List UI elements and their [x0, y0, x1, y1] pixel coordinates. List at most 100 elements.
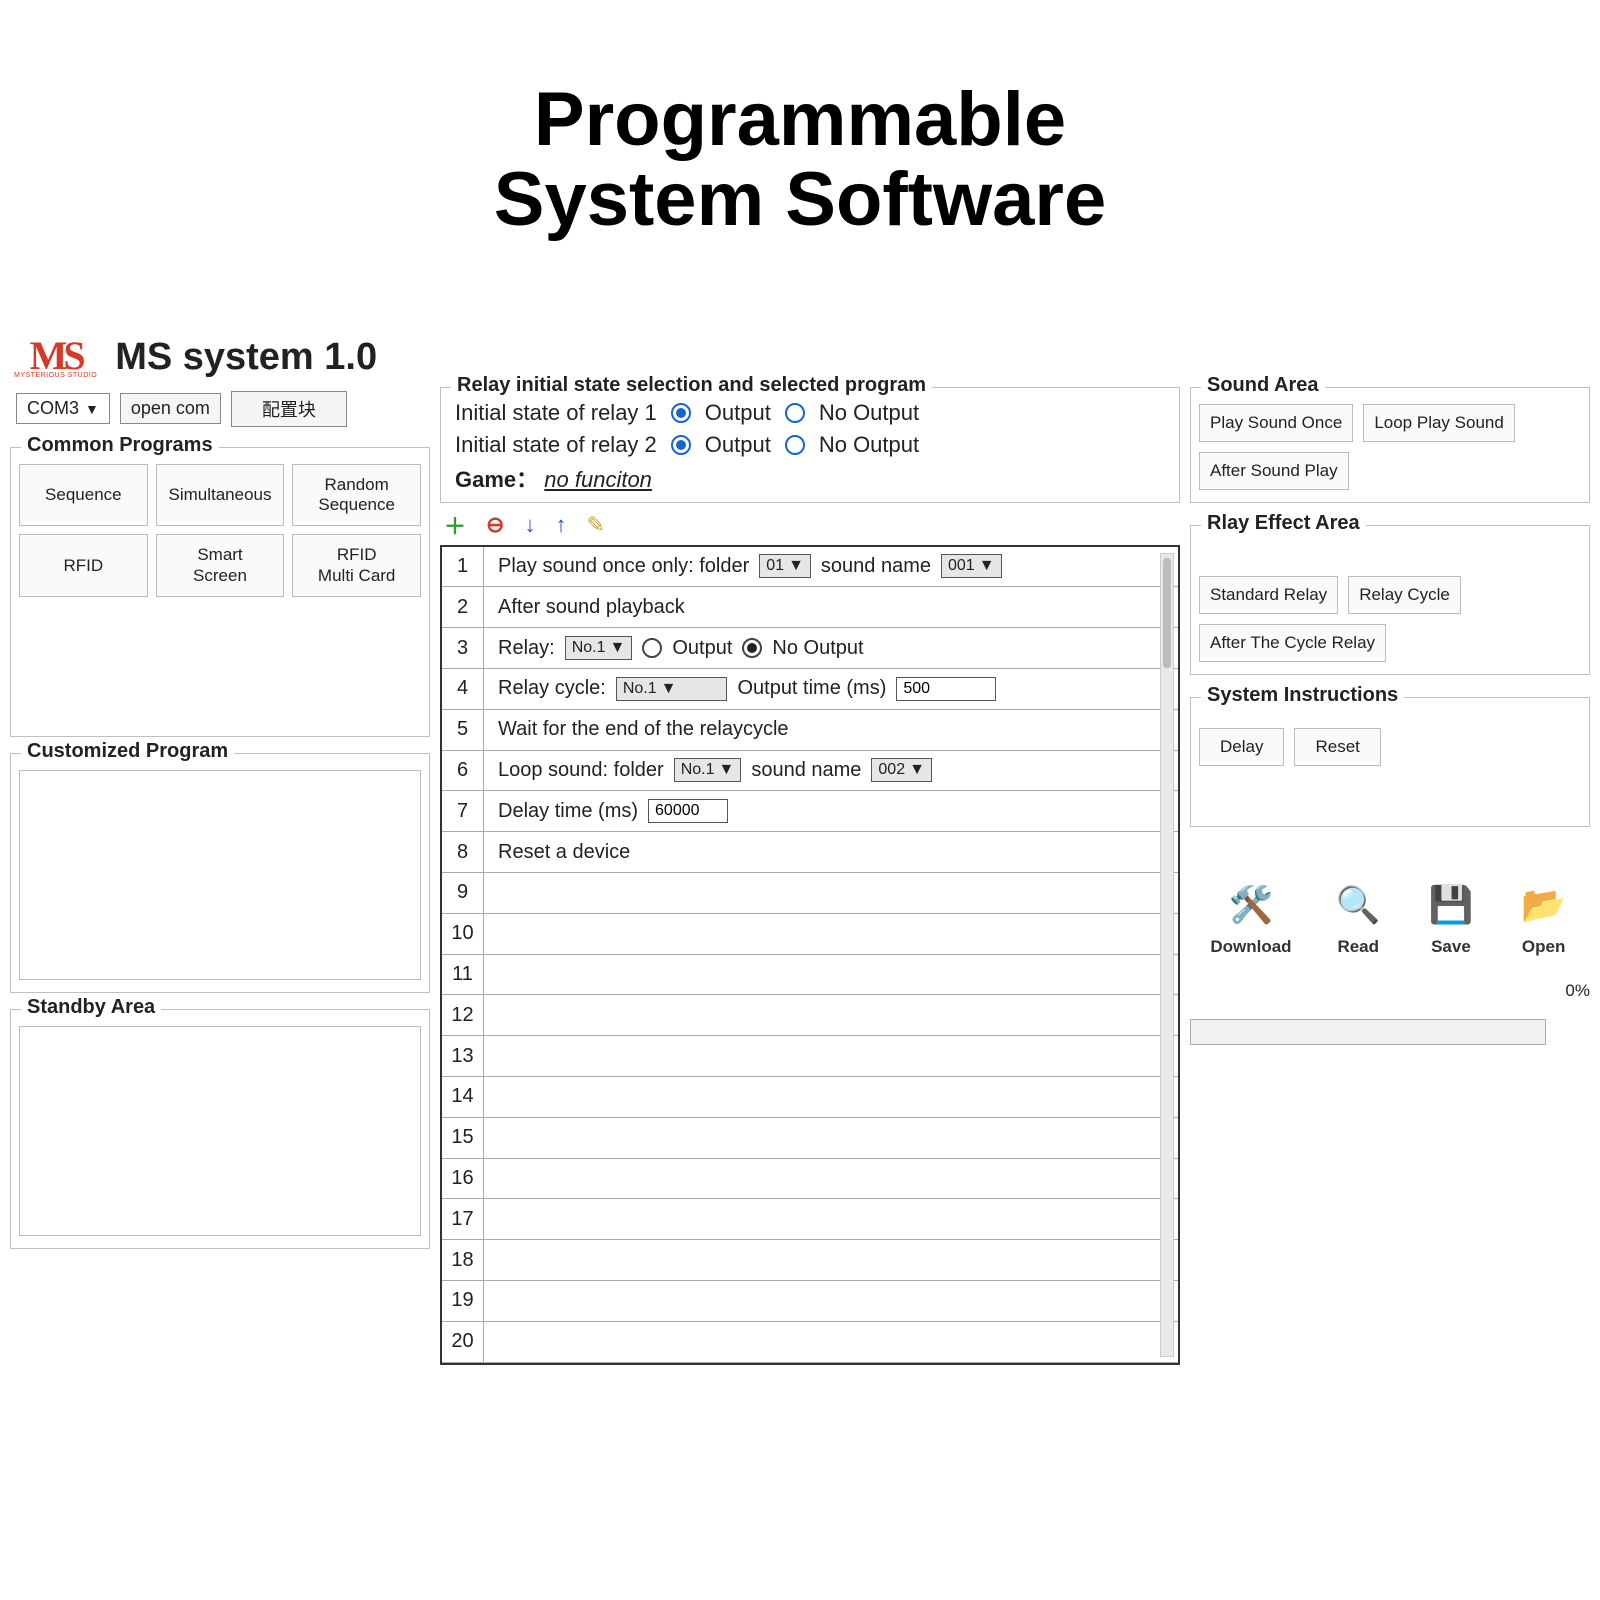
sound-name-select[interactable]: 001 ▼ — [941, 554, 1002, 578]
config-block-button[interactable]: 配置块 — [231, 391, 347, 427]
step-row[interactable] — [484, 1118, 1178, 1159]
relay-effect-panel: Rlay Effect Area Standard Relay Relay Cy… — [1190, 525, 1590, 675]
relay-cycle-button[interactable]: Relay Cycle — [1348, 576, 1461, 614]
rownum: 4 — [442, 669, 483, 710]
rownum: 12 — [442, 995, 483, 1036]
rownum: 1 — [442, 547, 483, 588]
play-sound-once-button[interactable]: Play Sound Once — [1199, 404, 1353, 442]
step-row[interactable]: After sound playback — [484, 587, 1178, 628]
logo-subtitle: MYSTERIOUS STUDIO — [14, 372, 97, 379]
program-rfid[interactable]: RFID — [19, 534, 148, 597]
step-row[interactable] — [484, 955, 1178, 996]
add-step-icon[interactable]: ＋ — [444, 509, 466, 541]
step-text: Wait for the end of the relaycycle — [498, 718, 789, 741]
rownum: 6 — [442, 751, 483, 792]
rownum: 18 — [442, 1240, 483, 1281]
download-action[interactable]: 🛠️ Download — [1210, 879, 1291, 957]
read-action[interactable]: 🔍 Read — [1332, 879, 1384, 957]
folder-open-icon: 📂 — [1518, 879, 1570, 931]
step-row[interactable] — [484, 873, 1178, 914]
relay1-output-label: Output — [705, 400, 771, 426]
step-row[interactable]: Delay time (ms) — [484, 791, 1178, 832]
logo: MS MYSTERIOUS STUDIO — [14, 336, 97, 379]
action-label: Open — [1522, 937, 1565, 957]
step-text: Loop sound: folder — [498, 759, 664, 782]
loop-folder-select[interactable]: No.1 ▼ — [674, 758, 742, 782]
row-numbers: 1 2 3 4 5 6 7 8 9 10 11 12 13 14 15 16 1 — [442, 547, 484, 1363]
relay1-output-radio[interactable] — [671, 403, 691, 423]
logo-icon: MS — [30, 336, 82, 376]
program-random-sequence[interactable]: Random Sequence — [292, 464, 421, 527]
step-row[interactable]: Play sound once only: folder 01 ▼ sound … — [484, 547, 1178, 588]
relay-header-panel: Relay initial state selection and select… — [440, 387, 1180, 503]
save-action[interactable]: 💾 Save — [1425, 879, 1477, 957]
step-text: sound name — [821, 555, 931, 578]
step-row[interactable] — [484, 1240, 1178, 1281]
step-row[interactable]: Loop sound: folder No.1 ▼ sound name 002… — [484, 751, 1178, 792]
common-programs-panel: Common Programs Sequence Simultaneous Ra… — [10, 447, 430, 737]
folder-select[interactable]: 01 ▼ — [759, 554, 811, 578]
open-com-button[interactable]: open com — [120, 393, 221, 424]
game-label: Game： — [455, 467, 538, 492]
step-text: Relay: — [498, 637, 555, 660]
customized-program-area[interactable] — [19, 770, 421, 980]
step-row[interactable]: Relay: No.1 ▼ Output No Output — [484, 628, 1178, 669]
relay2-output-radio[interactable] — [671, 435, 691, 455]
step-text: Output — [672, 637, 732, 660]
system-instructions-title: System Instructions — [1201, 684, 1404, 707]
relay1-no-output-radio[interactable] — [785, 403, 805, 423]
standard-relay-button[interactable]: Standard Relay — [1199, 576, 1338, 614]
step-row[interactable]: Relay cycle: No.1 ▼ Output time (ms) — [484, 669, 1178, 710]
step-row[interactable] — [484, 1036, 1178, 1077]
hero-line2: System Software — [0, 160, 1600, 240]
step-row[interactable] — [484, 1077, 1178, 1118]
customized-program-title: Customized Program — [21, 740, 234, 763]
reset-button[interactable]: Reset — [1294, 728, 1380, 766]
standby-area-title: Standby Area — [21, 996, 161, 1019]
step-row[interactable]: Wait for the end of the relaycycle — [484, 710, 1178, 751]
rownum: 7 — [442, 791, 483, 832]
action-label: Read — [1337, 937, 1379, 957]
step-row[interactable] — [484, 1159, 1178, 1200]
step-scrollbar[interactable] — [1160, 553, 1174, 1357]
relay-no-output-radio[interactable] — [742, 638, 762, 658]
program-simultaneous[interactable]: Simultaneous — [156, 464, 285, 527]
remove-step-icon[interactable]: ⊖ — [486, 512, 504, 538]
program-smart-screen[interactable]: Smart Screen — [156, 534, 285, 597]
hero-line1: Programmable — [0, 80, 1600, 160]
delay-time-input[interactable] — [648, 799, 728, 823]
step-text: Delay time (ms) — [498, 800, 638, 823]
relay-select[interactable]: No.1 ▼ — [565, 636, 633, 660]
rownum: 20 — [442, 1322, 483, 1363]
step-row[interactable] — [484, 995, 1178, 1036]
relay-output-radio[interactable] — [642, 638, 662, 658]
relay2-no-output-radio[interactable] — [785, 435, 805, 455]
standby-area-panel: Standby Area — [10, 1009, 430, 1249]
relay2-no-output-label: No Output — [819, 432, 919, 458]
after-cycle-relay-button[interactable]: After The Cycle Relay — [1199, 624, 1386, 662]
action-label: Save — [1431, 937, 1471, 957]
delay-button[interactable]: Delay — [1199, 728, 1284, 766]
move-up-icon[interactable]: ↑ — [555, 512, 566, 538]
relay-effect-title: Rlay Effect Area — [1201, 512, 1366, 535]
open-action[interactable]: 📂 Open — [1518, 879, 1570, 957]
move-down-icon[interactable]: ↓ — [524, 512, 535, 538]
step-row[interactable]: Reset a device — [484, 832, 1178, 873]
output-time-input[interactable] — [896, 677, 996, 701]
program-rfid-multi-card[interactable]: RFID Multi Card — [292, 534, 421, 597]
com-port-select[interactable]: COM3▼ — [16, 393, 110, 424]
after-sound-play-button[interactable]: After Sound Play — [1199, 452, 1349, 490]
step-row[interactable] — [484, 1281, 1178, 1322]
loop-sound-select[interactable]: 002 ▼ — [871, 758, 932, 782]
standby-area-box[interactable] — [19, 1026, 421, 1236]
step-row[interactable] — [484, 1322, 1178, 1363]
progress-bar — [1190, 1019, 1546, 1045]
loop-play-sound-button[interactable]: Loop Play Sound — [1363, 404, 1515, 442]
step-row[interactable] — [484, 1199, 1178, 1240]
wand-icon[interactable]: ✎ — [586, 512, 604, 538]
relay-cycle-select[interactable]: No.1 ▼ — [616, 677, 728, 701]
search-icon: 🔍 — [1332, 879, 1384, 931]
program-sequence[interactable]: Sequence — [19, 464, 148, 527]
customized-program-panel: Customized Program — [10, 753, 430, 993]
step-row[interactable] — [484, 914, 1178, 955]
